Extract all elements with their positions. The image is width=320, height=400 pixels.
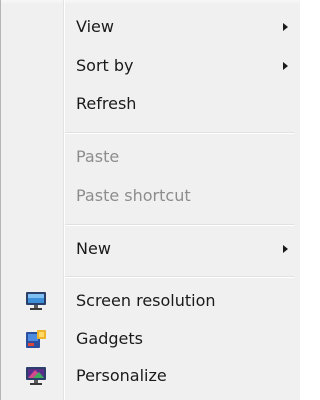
- gadgets-icon: [25, 329, 47, 349]
- submenu-arrow-icon: [283, 245, 288, 253]
- menu-item-personalize-label: Personalize: [76, 366, 167, 385]
- submenu-arrow-icon: [283, 23, 288, 31]
- menu-item-view-label: View: [76, 17, 114, 36]
- menu-item-sort-by-label: Sort by: [76, 56, 134, 75]
- menu-item-gadgets-label: Gadgets: [76, 329, 143, 348]
- menu-item-personalize[interactable]: Personalize: [3, 359, 296, 393]
- menu-item-new[interactable]: New: [3, 232, 296, 266]
- menu-item-refresh-label: Refresh: [76, 94, 137, 113]
- menu-item-view[interactable]: View: [3, 10, 296, 44]
- menu-separator: [65, 276, 294, 277]
- menu-separator: [65, 224, 294, 225]
- menu-item-refresh[interactable]: Refresh: [3, 87, 296, 121]
- menu-item-paste-shortcut-label: Paste shortcut: [76, 186, 191, 205]
- menu-separator: [65, 132, 294, 133]
- menu-item-paste: Paste: [3, 140, 296, 174]
- menu-item-screen-resolution-label: Screen resolution: [76, 291, 216, 310]
- menu-item-paste-shortcut: Paste shortcut: [3, 179, 296, 213]
- desktop-context-menu: View Sort by Refresh Paste Paste shortcu…: [0, 0, 300, 400]
- menu-item-sort-by[interactable]: Sort by: [3, 49, 296, 83]
- menu-item-paste-label: Paste: [76, 147, 120, 166]
- menu-item-new-label: New: [76, 239, 111, 258]
- monitor-icon: [25, 291, 47, 311]
- menu-item-screen-resolution[interactable]: Screen resolution: [3, 284, 296, 318]
- menu-item-gadgets[interactable]: Gadgets: [3, 322, 296, 356]
- submenu-arrow-icon: [283, 62, 288, 70]
- menu-top-edge: [1, 0, 300, 4]
- personalize-icon: [25, 366, 47, 386]
